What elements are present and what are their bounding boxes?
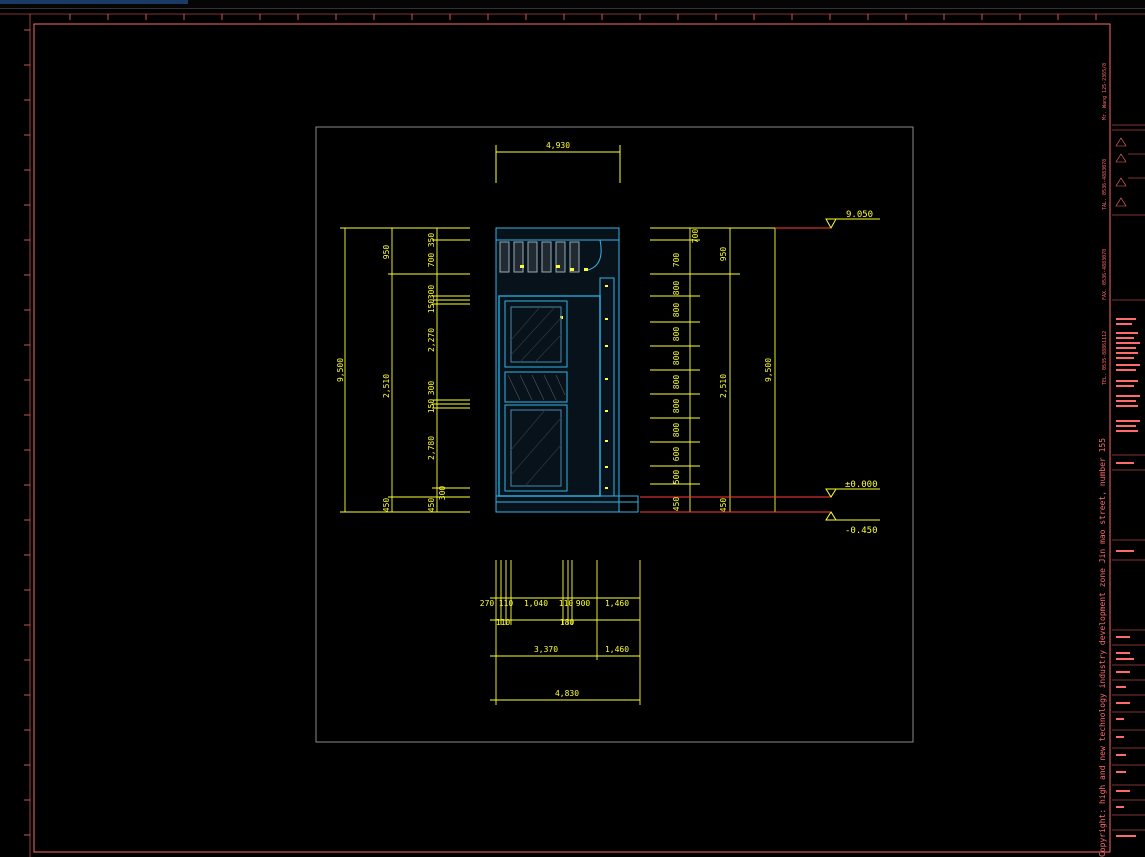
svg-text:700: 700 [691, 229, 700, 244]
svg-text:110: 110 [496, 618, 511, 627]
svg-text:800: 800 [672, 327, 681, 342]
left-ruler-ticks [24, 29, 30, 836]
svg-text:800: 800 [672, 375, 681, 390]
svg-text:450: 450 [719, 498, 728, 513]
svg-text:180: 180 [560, 618, 575, 627]
top-ruler-ticks [69, 14, 1097, 20]
svg-text:TAL. 0536-4883078: TAL. 0536-4883078 [1102, 159, 1108, 210]
svg-text:450: 450 [672, 497, 681, 512]
svg-text:600: 600 [672, 447, 681, 462]
svg-text:800: 800 [672, 303, 681, 318]
svg-text:9,500: 9,500 [764, 358, 773, 382]
svg-text:950: 950 [719, 247, 728, 262]
title-block-notes: Mr. Wang 125-2365/8 TAL. 0536-4883078 FA… [1102, 63, 1140, 837]
svg-text:450: 450 [382, 498, 391, 513]
svg-text:FAX. 0536-4883078: FAX. 0536-4883078 [1102, 249, 1108, 300]
bottom-dimension-labels: 270 110 1,040 110 900 1,460 110 180 3,37… [480, 599, 629, 698]
svg-text:350: 350 [427, 233, 436, 248]
level-top-label: 9.050 [846, 210, 873, 220]
svg-text:270: 270 [480, 599, 495, 608]
level-floor-label: ±0.000 [845, 480, 878, 490]
svg-text:1,460: 1,460 [605, 645, 629, 654]
active-drawing-tab[interactable] [0, 0, 188, 4]
svg-text:4,830: 4,830 [555, 689, 579, 698]
svg-text:Mr. Wang 125-2365/8: Mr. Wang 125-2365/8 [1102, 63, 1108, 120]
svg-text:150: 150 [427, 299, 436, 314]
svg-text:500: 500 [672, 470, 681, 485]
svg-text:700: 700 [427, 253, 436, 268]
copyright-note: Copyright: high and new technology indus… [1098, 437, 1107, 857]
svg-text:110: 110 [499, 599, 514, 608]
svg-text:TEL. 0535-88861112: TEL. 0535-88861112 [1102, 331, 1108, 385]
svg-text:300: 300 [427, 381, 436, 396]
svg-text:1,040: 1,040 [524, 599, 548, 608]
svg-text:300: 300 [427, 285, 436, 300]
title-block [1112, 124, 1145, 831]
svg-text:3,370: 3,370 [534, 645, 558, 654]
svg-text:110: 110 [559, 599, 574, 608]
building-elevation [495, 227, 639, 513]
svg-text:450: 450 [427, 498, 436, 513]
svg-text:2,510: 2,510 [719, 374, 728, 398]
top-width-dimension [495, 145, 621, 183]
svg-text:9,500: 9,500 [336, 358, 345, 382]
svg-text:150: 150 [427, 399, 436, 414]
svg-text:800: 800 [672, 351, 681, 366]
svg-text:800: 800 [672, 281, 681, 296]
svg-text:900: 900 [576, 599, 591, 608]
left-dimension-labels: 9,500 950 2,510 450 450 350 700 300 150 … [336, 233, 447, 513]
level-ground-label: -0.450 [845, 526, 878, 536]
top-width-label: 4,930 [546, 141, 570, 150]
svg-text:300: 300 [438, 486, 447, 501]
cad-drawing-canvas[interactable]: 4,930 9,500 950 2,510 450 450 350 700 30… [0, 8, 1145, 857]
svg-text:1,460: 1,460 [605, 599, 629, 608]
svg-text:2,780: 2,780 [427, 436, 436, 460]
svg-text:800: 800 [672, 423, 681, 438]
svg-text:700: 700 [672, 253, 681, 268]
svg-text:2,510: 2,510 [382, 374, 391, 398]
svg-text:2,270: 2,270 [427, 328, 436, 352]
svg-text:800: 800 [672, 399, 681, 414]
bottom-dimension-chain [490, 560, 641, 705]
left-dimension-chain [340, 227, 470, 513]
svg-text:950: 950 [382, 245, 391, 260]
